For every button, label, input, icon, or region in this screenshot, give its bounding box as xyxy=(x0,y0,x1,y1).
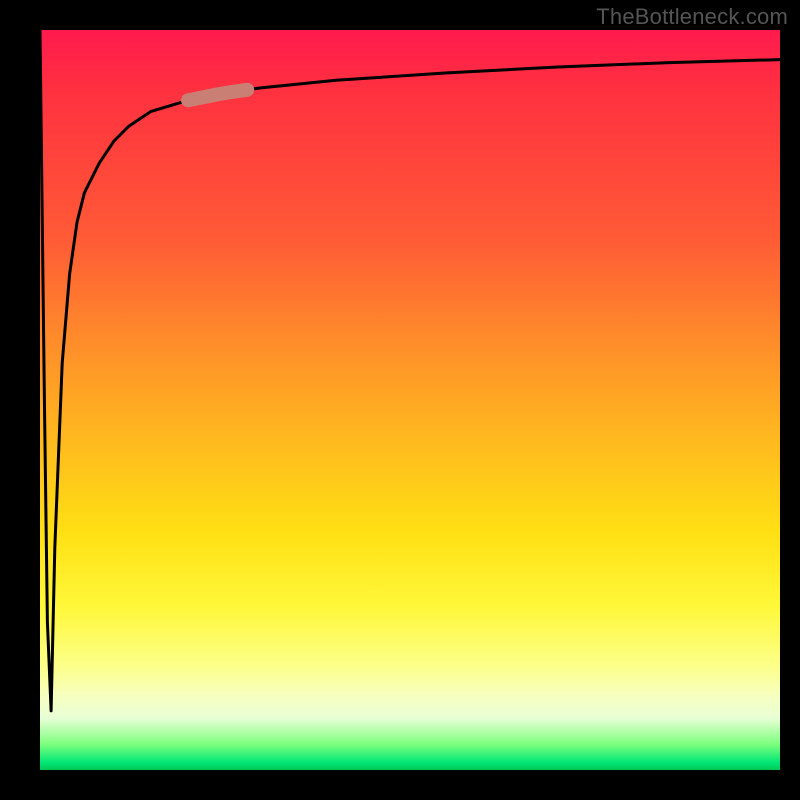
plot-area xyxy=(40,30,780,770)
bottleneck-curve xyxy=(40,30,780,711)
highlight-segment xyxy=(188,90,247,101)
watermark-text: TheBottleneck.com xyxy=(596,4,788,30)
chart-frame: TheBottleneck.com xyxy=(0,0,800,800)
curve-layer xyxy=(40,30,780,770)
